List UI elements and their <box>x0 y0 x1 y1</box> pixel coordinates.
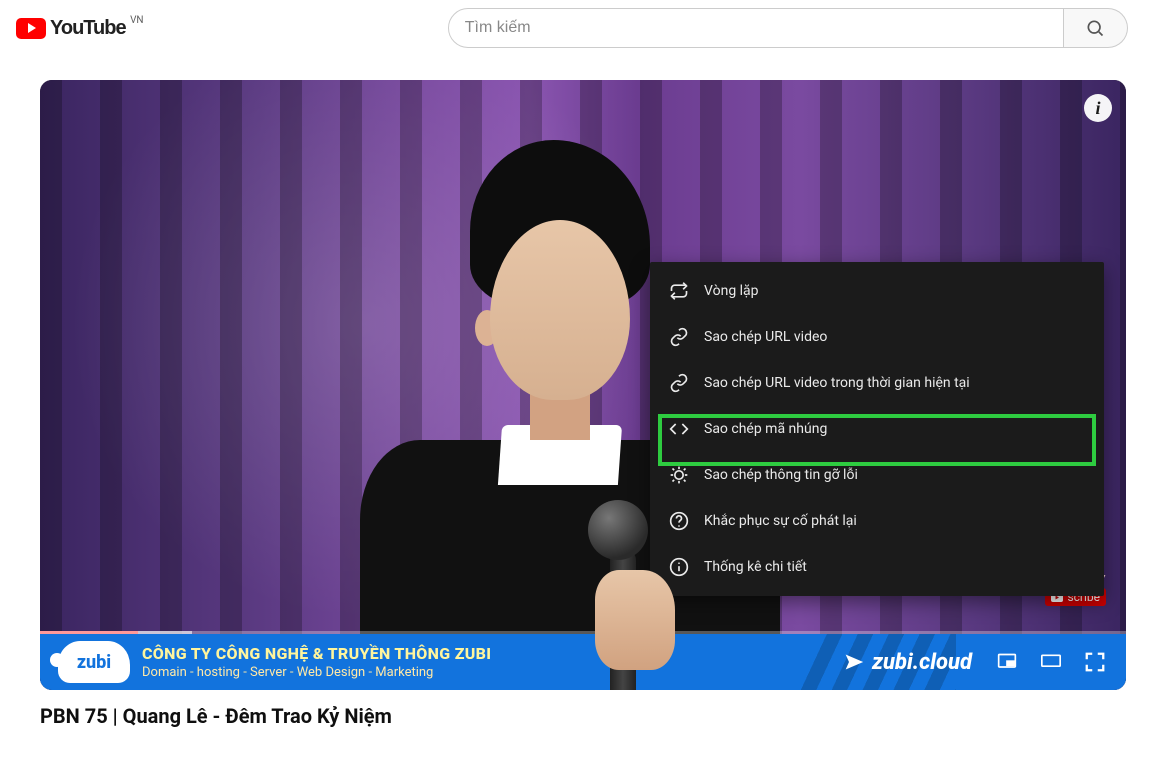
menu-label: Thống kê chi tiết <box>704 559 807 575</box>
menu-label: Vòng lặp <box>704 283 759 299</box>
search-button[interactable] <box>1064 8 1128 48</box>
link-icon <box>668 326 690 348</box>
link-icon <box>668 372 690 394</box>
menu-label: Sao chép mã nhúng <box>704 421 827 437</box>
menu-item-copy-embed[interactable]: Sao chép mã nhúng <box>650 406 1104 452</box>
brand-text: CÔNG TY CÔNG NGHỆ & TRUYỀN THÔNG ZUBI Do… <box>142 644 491 680</box>
context-menu: Vòng lặp Sao chép URL video Sao chép URL… <box>650 262 1104 596</box>
search-icon <box>1085 18 1105 38</box>
search <box>166 8 1150 48</box>
menu-item-copy-debug[interactable]: Sao chép thông tin gỡ lỗi <box>650 452 1104 498</box>
menu-label: Sao chép URL video trong thời gian hiện … <box>704 375 970 391</box>
fullscreen-icon <box>1084 651 1106 673</box>
info-button[interactable]: i <box>1084 94 1112 122</box>
player-controls <box>994 652 1108 672</box>
theater-button[interactable] <box>1038 652 1064 672</box>
menu-item-loop[interactable]: Vòng lặp <box>650 268 1104 314</box>
loop-icon <box>668 280 690 302</box>
bug-icon <box>668 464 690 486</box>
send-icon <box>844 652 864 672</box>
code-icon <box>668 418 690 440</box>
video-title: PBN 75 | Quang Lê - Đêm Trao Kỷ Niệm <box>40 704 1126 728</box>
video-player[interactable]: i ĐĂNG KÝ scribe zubi CÔNG TY CÔNG NGHỆ … <box>40 80 1126 690</box>
menu-item-copy-url[interactable]: Sao chép URL video <box>650 314 1104 360</box>
menu-item-copy-url-time[interactable]: Sao chép URL video trong thời gian hiện … <box>650 360 1104 406</box>
fullscreen-button[interactable] <box>1082 652 1108 672</box>
info-icon <box>668 556 690 578</box>
help-icon <box>668 510 690 532</box>
search-input[interactable] <box>448 8 1064 48</box>
brand-line1: CÔNG TY CÔNG NGHỆ & TRUYỀN THÔNG ZUBI <box>142 644 491 663</box>
brand-badge: zubi <box>58 641 130 683</box>
miniplayer-button[interactable] <box>994 652 1020 672</box>
menu-item-stats[interactable]: Thống kê chi tiết <box>650 544 1104 590</box>
logo-text: YouTube <box>50 17 126 40</box>
brand-site[interactable]: zubi.cloud <box>844 650 972 675</box>
menu-label: Sao chép URL video <box>704 329 827 345</box>
theater-icon <box>1038 652 1064 672</box>
youtube-icon <box>16 18 46 39</box>
brand-line2: Domain - hosting - Server - Web Design -… <box>142 665 491 680</box>
region-code: VN <box>130 15 144 26</box>
branding-bar: zubi CÔNG TY CÔNG NGHỆ & TRUYỀN THÔNG ZU… <box>40 634 1126 690</box>
header: YouTube VN <box>0 0 1166 56</box>
menu-item-troubleshoot[interactable]: Khắc phục sự cố phát lại <box>650 498 1104 544</box>
miniplayer-icon <box>995 652 1019 672</box>
menu-label: Khắc phục sự cố phát lại <box>704 513 857 529</box>
logo[interactable]: YouTube VN <box>16 17 126 40</box>
menu-label: Sao chép thông tin gỡ lỗi <box>704 467 858 483</box>
